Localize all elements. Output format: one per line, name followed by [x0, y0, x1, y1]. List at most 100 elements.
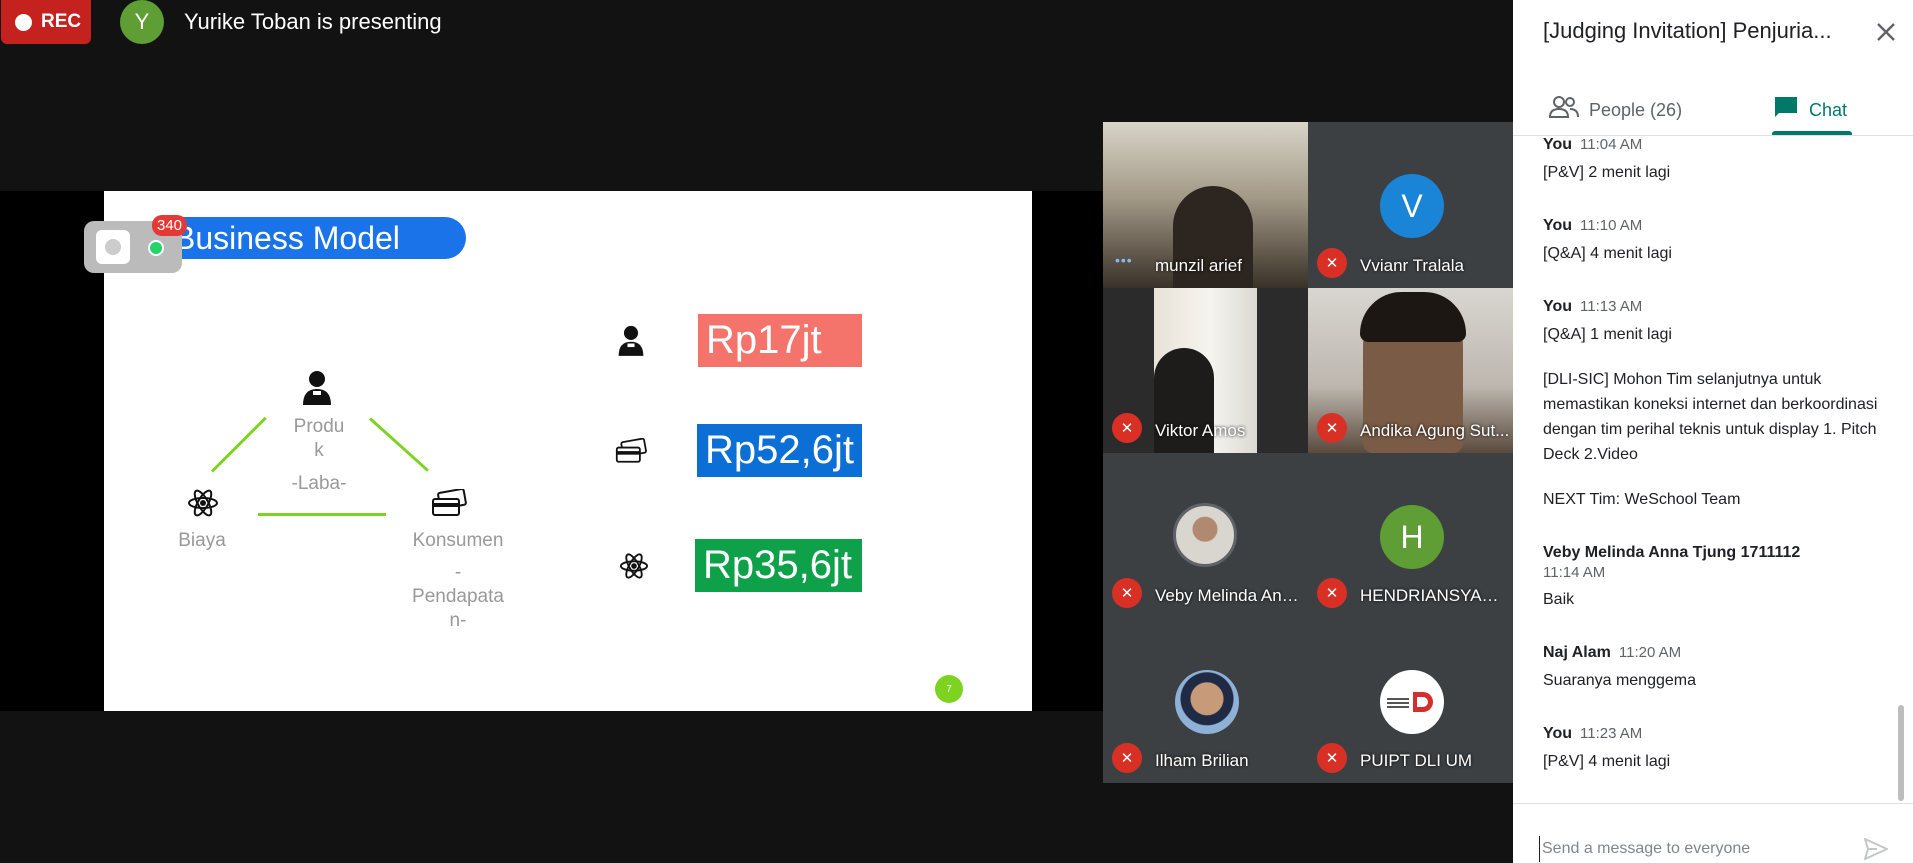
message-time: 11:23 AM: [1580, 725, 1643, 742]
mic-off-icon: ✕: [1317, 413, 1347, 443]
message-text: Baik: [1543, 591, 1575, 608]
message-text: [P&V] 2 menit lagi: [1543, 164, 1671, 181]
participant-name: munzil arief: [1155, 256, 1242, 275]
participant-avatar: V: [1380, 174, 1444, 238]
label-produk-line1: Produ: [293, 416, 345, 437]
chat-message: Naj Alam 11:20 AM Suaranya menggema: [1543, 644, 1883, 693]
message-header: You 11:10 AM: [1543, 217, 1883, 235]
close-panel-button[interactable]: [1868, 14, 1904, 50]
presenter-banner: Y Yurike Toban is presenting: [120, 0, 442, 44]
participant-name: HENDRIANSYAH ...: [1360, 586, 1510, 605]
mic-off-icon: ✕: [1317, 248, 1347, 278]
chat-scrollbar[interactable]: [1898, 705, 1904, 801]
message-time: 11:20 AM: [1618, 644, 1682, 661]
slide-title: Business Model: [166, 217, 466, 259]
diagram-line-left: [210, 416, 267, 473]
message-text: [Q&A] 4 menit lagi: [1543, 245, 1672, 262]
people-icon: [1548, 96, 1579, 124]
message-header: You 11:04 AM: [1543, 136, 1883, 154]
side-panel: [Judging Invitation] Penjuria... People …: [1513, 0, 1913, 863]
message-time: 11:10 AM: [1580, 217, 1643, 234]
message-header: Naj Alam 11:20 AM: [1543, 644, 1883, 662]
chat-message: Veby Melinda Anna Tjung 1711112 11:14 AM…: [1543, 544, 1883, 612]
label-pendapatan-line2: Pendapata: [412, 586, 504, 607]
participant-name: Vvianr Tralala: [1360, 256, 1464, 275]
presentation-slide: Business Model Produ k -Laba- Biaya Kons…: [104, 191, 1032, 711]
amount-box-3: Rp35,6jt: [695, 539, 862, 592]
presenter-avatar: Y: [120, 0, 164, 44]
chat-message: You 11:23 AM [P&V] 4 menit lagi: [1543, 725, 1883, 774]
amount-box-1: Rp17jt: [698, 314, 862, 367]
label-pendapatan-line1: -: [454, 562, 462, 583]
participant-tile-andika[interactable]: ✕ Andika Agung Sut...: [1308, 288, 1513, 453]
diagram-line-bottom: [258, 513, 386, 516]
chat-message: You 11:04 AM [P&V] 2 menit lagi: [1543, 136, 1883, 185]
participant-avatar: [1173, 503, 1237, 567]
participant-tile-veby[interactable]: ✕ Veby Melinda Ann...: [1103, 453, 1308, 618]
atom-icon: [186, 487, 220, 523]
presenter-text: Yurike Toban is presenting: [184, 9, 442, 34]
record-dot-icon: [15, 13, 32, 31]
contact-avatar-icon: [96, 230, 130, 264]
notification-badge: 340: [152, 215, 188, 236]
participant-avatar: H: [1380, 505, 1444, 569]
speaking-indicator-icon: •••: [1115, 252, 1133, 268]
input-divider: [1513, 803, 1913, 804]
message-header: You 11:23 AM: [1543, 725, 1883, 743]
tab-people-label: People (26): [1589, 99, 1683, 120]
amount-box-2: Rp52,6jt: [697, 424, 862, 477]
message-text: Suaranya menggema: [1543, 672, 1696, 689]
message-sender: Naj Alam: [1543, 644, 1611, 661]
chat-message-list[interactable]: You 11:04 AM [P&V] 2 menit lagi You 11:10 …: [1513, 136, 1913, 803]
participant-name: PUIPT DLI UM: [1360, 751, 1473, 770]
participant-tile-ilham[interactable]: ✕ Ilham Brilian: [1103, 618, 1308, 783]
participant-tile-hendriansyah[interactable]: H ✕ HENDRIANSYAH ...: [1308, 453, 1513, 618]
send-icon: [1864, 838, 1888, 860]
message-sender: You: [1543, 136, 1573, 153]
label-pendapatan: - Pendapata n-: [408, 561, 508, 633]
participant-tile-puipt[interactable]: ✕ PUIPT DLI UM: [1308, 618, 1513, 783]
tab-people[interactable]: People (26): [1548, 86, 1683, 134]
rec-label: REC: [41, 11, 82, 32]
chat-message: You 11:13 AM [Q&A] 1 menit lagi [DLI-SIC]…: [1543, 298, 1883, 512]
message-text: [DLI-SIC] Mohon Tim selanjutnya untuk me…: [1543, 371, 1878, 463]
dli-logo-icon: [1387, 692, 1433, 712]
participant-tile-munzil[interactable]: ••• munzil arief: [1103, 122, 1308, 288]
close-icon: [1877, 23, 1895, 41]
participant-avatar-logo: [1380, 670, 1444, 734]
tab-chat-label: Chat: [1809, 99, 1848, 120]
message-sender: You: [1543, 298, 1573, 315]
cards-icon-small: [614, 437, 648, 470]
message-sender: You: [1543, 725, 1573, 742]
participant-tile-viktor[interactable]: ✕ Viktor Amos: [1103, 288, 1308, 453]
participant-tile-vvianr[interactable]: V ✕ Vvianr Tralala: [1308, 122, 1513, 288]
label-produk-line2: k: [314, 440, 324, 461]
message-header: You 11:13 AM: [1543, 298, 1883, 316]
send-button[interactable]: [1861, 834, 1891, 863]
chat-message: You 11:10 AM [Q&A] 4 menit lagi: [1543, 217, 1883, 266]
message-time: 11:13 AM: [1580, 298, 1643, 315]
message-time: 11:14 AM: [1543, 564, 1606, 581]
slide-page-number: 7: [935, 675, 963, 703]
chat-message-input[interactable]: [1539, 836, 1849, 862]
cards-icon: [431, 488, 467, 523]
person-icon-small: [614, 323, 648, 361]
chat-icon: [1773, 95, 1799, 125]
message-text: NEXT Tim: WeSchool Team: [1543, 491, 1741, 508]
label-produk: Produ k: [284, 415, 354, 463]
mic-off-icon: ✕: [1317, 578, 1347, 608]
participant-name: Viktor Amos: [1155, 421, 1246, 440]
message-text: [Q&A] 1 menit lagi: [1543, 326, 1672, 343]
message-sender: Veby Melinda Anna Tjung 1711112: [1543, 544, 1801, 561]
mic-off-icon: ✕: [1112, 413, 1142, 443]
diagram-line-right: [368, 417, 429, 472]
message-time: 11:04 AM: [1580, 136, 1643, 153]
participant-name: Andika Agung Sut...: [1360, 421, 1510, 440]
mic-off-icon: ✕: [1317, 743, 1347, 773]
participant-name: Ilham Brilian: [1155, 751, 1249, 770]
tab-chat[interactable]: Chat: [1773, 86, 1847, 134]
participant-name: Veby Melinda Ann...: [1155, 586, 1305, 605]
meeting-title: [Judging Invitation] Penjuria...: [1543, 18, 1832, 43]
participant-avatar: [1175, 670, 1239, 734]
recording-indicator: REC: [1, 0, 91, 44]
